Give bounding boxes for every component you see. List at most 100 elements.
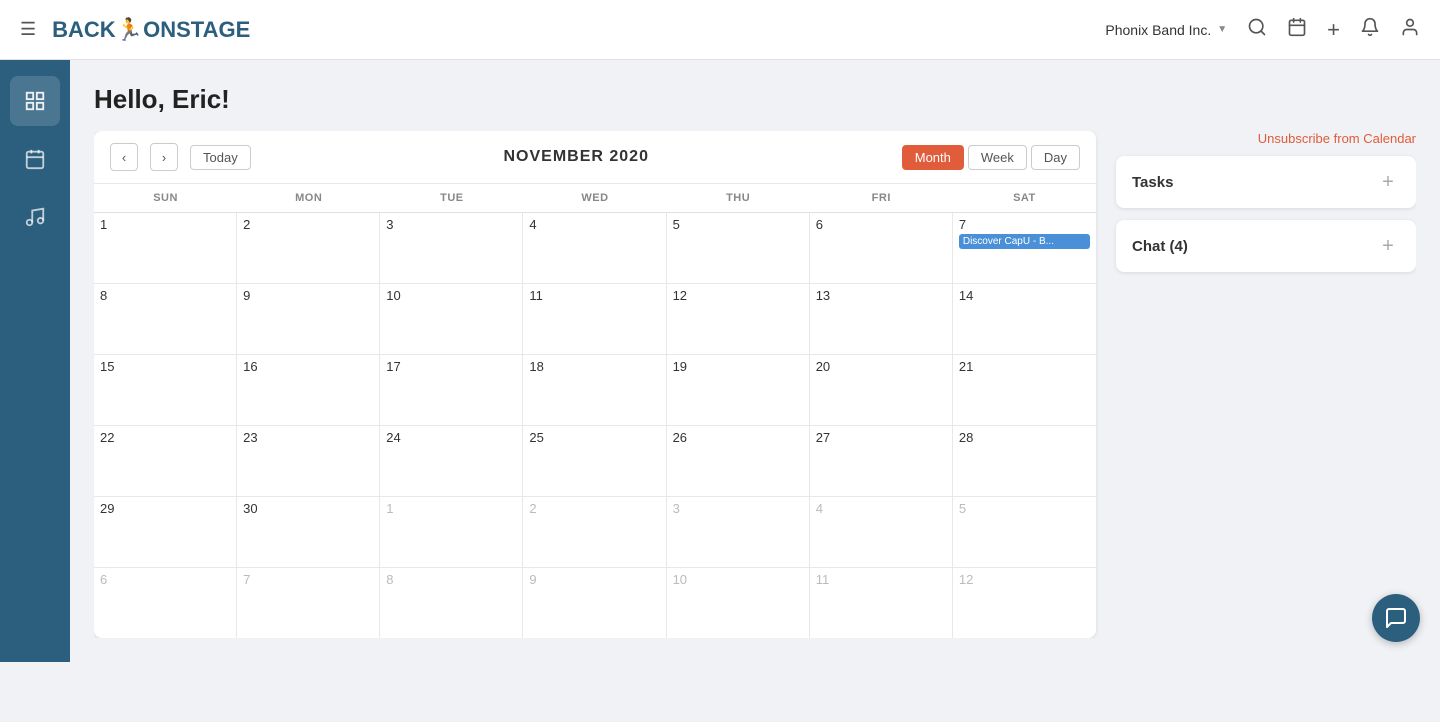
- calendar-date: 27: [816, 430, 946, 445]
- calendar-cell[interactable]: 20: [810, 355, 953, 425]
- calendar-date: 13: [816, 288, 946, 303]
- calendar-cell[interactable]: 16: [237, 355, 380, 425]
- content-row: ‹ › Today NOVEMBER 2020 Month Week Day S…: [94, 131, 1416, 638]
- calendar-date: 8: [100, 288, 230, 303]
- main-content: Hello, Eric! ‹ › Today NOVEMBER 2020 Mon…: [70, 60, 1440, 662]
- tasks-add-button[interactable]: +: [1376, 170, 1400, 194]
- calendar-cell[interactable]: 24: [380, 426, 523, 496]
- calendar-panel: ‹ › Today NOVEMBER 2020 Month Week Day S…: [94, 131, 1096, 638]
- calendar-cell[interactable]: 3: [667, 497, 810, 567]
- calendar-cell[interactable]: 9: [523, 568, 666, 638]
- top-navigation: ☰ BACK 🏃 ONSTAGE Phonix Band Inc. ▼ +: [0, 0, 1440, 60]
- calendar-cell[interactable]: 23: [237, 426, 380, 496]
- calendar-cell[interactable]: 5: [953, 497, 1096, 567]
- calendar-cell[interactable]: 4: [523, 213, 666, 283]
- calendar-date: 25: [529, 430, 659, 445]
- calendar-cell[interactable]: 12: [667, 284, 810, 354]
- add-icon[interactable]: +: [1327, 17, 1340, 43]
- calendar-date: 5: [673, 217, 803, 232]
- logo: BACK 🏃 ONSTAGE: [52, 17, 250, 43]
- calendar-grid: SUN MON TUE WED THU FRI SAT 1234567Disco…: [94, 184, 1096, 638]
- calendar-cell[interactable]: 22: [94, 426, 237, 496]
- sidebar-item-dashboard[interactable]: [10, 76, 60, 126]
- calendar-weeks: 1234567Discover CapU - B...8910111213141…: [94, 213, 1096, 638]
- next-month-button[interactable]: ›: [150, 143, 178, 171]
- calendar-cell[interactable]: 8: [94, 284, 237, 354]
- day-header-thu: THU: [667, 184, 810, 212]
- view-toggle: Month Week Day: [902, 145, 1080, 170]
- chat-section-header[interactable]: Chat (4) +: [1116, 220, 1416, 272]
- user-icon[interactable]: [1400, 17, 1420, 42]
- calendar-week-2: 89 10 1112 13 14: [94, 284, 1096, 355]
- calendar-cell[interactable]: 4: [810, 497, 953, 567]
- calendar-date: 5: [959, 501, 1090, 516]
- calendar-cell[interactable]: 2: [523, 497, 666, 567]
- calendar-cell[interactable]: 28: [953, 426, 1096, 496]
- calendar-cell[interactable]: 18: [523, 355, 666, 425]
- calendar-cell[interactable]: 13: [810, 284, 953, 354]
- calendar-cell[interactable]: 11: [523, 284, 666, 354]
- calendar-cell[interactable]: 9: [237, 284, 380, 354]
- calendar-cell[interactable]: 11: [810, 568, 953, 638]
- chat-add-button[interactable]: +: [1376, 234, 1400, 258]
- calendar-date: 28: [959, 430, 1090, 445]
- brand-caret: ▼: [1217, 24, 1227, 35]
- calendar-date: 19: [673, 359, 803, 374]
- calendar-week-1: 1234567Discover CapU - B...: [94, 213, 1096, 284]
- calendar-cell[interactable]: 6: [810, 213, 953, 283]
- calendar-cell[interactable]: 7: [237, 568, 380, 638]
- calendar-cell[interactable]: 14: [953, 284, 1096, 354]
- day-header-mon: MON: [237, 184, 380, 212]
- calendar-cell[interactable]: 15: [94, 355, 237, 425]
- chat-section: Chat (4) +: [1116, 220, 1416, 272]
- day-header-tue: TUE: [380, 184, 523, 212]
- calendar-cell[interactable]: 12: [953, 568, 1096, 638]
- calendar-cell[interactable]: 3: [380, 213, 523, 283]
- calendar-cell[interactable]: 10: [380, 284, 523, 354]
- calendar-cell[interactable]: 30: [237, 497, 380, 567]
- bell-icon[interactable]: [1360, 17, 1380, 42]
- today-button[interactable]: Today: [190, 145, 251, 170]
- brand-selector[interactable]: Phonix Band Inc. ▼: [1105, 22, 1227, 38]
- search-icon[interactable]: [1247, 17, 1267, 42]
- sidebar-item-calendar[interactable]: [10, 134, 60, 184]
- calendar-date: 10: [386, 288, 516, 303]
- right-panel: Unsubscribe from Calendar Tasks + Chat (…: [1116, 131, 1416, 638]
- hamburger-icon[interactable]: ☰: [20, 19, 36, 40]
- sidebar: [0, 60, 70, 662]
- tasks-title: Tasks: [1132, 174, 1173, 191]
- prev-month-button[interactable]: ‹: [110, 143, 138, 171]
- calendar-cell[interactable]: 17: [380, 355, 523, 425]
- calendar-date: 18: [529, 359, 659, 374]
- sidebar-item-music[interactable]: [10, 192, 60, 242]
- week-view-button[interactable]: Week: [968, 145, 1027, 170]
- chat-fab[interactable]: [1372, 594, 1420, 642]
- calendar-cell[interactable]: 25: [523, 426, 666, 496]
- calendar-cell[interactable]: 8: [380, 568, 523, 638]
- calendar-cell[interactable]: 1: [380, 497, 523, 567]
- calendar-date: 4: [816, 501, 946, 516]
- calendar-event[interactable]: Discover CapU - B...: [959, 234, 1090, 249]
- calendar-week-6: 6789101112: [94, 568, 1096, 638]
- calendar-cell[interactable]: 5: [667, 213, 810, 283]
- calendar-cell[interactable]: 29: [94, 497, 237, 567]
- day-header-wed: WED: [523, 184, 666, 212]
- calendar-cell[interactable]: 7Discover CapU - B...: [953, 213, 1096, 283]
- calendar-cell[interactable]: 1: [94, 213, 237, 283]
- calendar-cell[interactable]: 2: [237, 213, 380, 283]
- calendar-cell[interactable]: 6: [94, 568, 237, 638]
- calendar-cell[interactable]: 10: [667, 568, 810, 638]
- calendar-date: 20: [816, 359, 946, 374]
- calendar-cell[interactable]: 27: [810, 426, 953, 496]
- day-view-button[interactable]: Day: [1031, 145, 1080, 170]
- tasks-section-header[interactable]: Tasks +: [1116, 156, 1416, 208]
- calendar-date: 8: [386, 572, 516, 587]
- calendar-nav-icon[interactable]: [1287, 17, 1307, 42]
- calendar-cell[interactable]: 21: [953, 355, 1096, 425]
- calendar-cell[interactable]: 19: [667, 355, 810, 425]
- unsubscribe-link[interactable]: Unsubscribe from Calendar: [1116, 131, 1416, 146]
- tasks-section: Tasks +: [1116, 156, 1416, 208]
- month-view-button[interactable]: Month: [902, 145, 964, 170]
- calendar-title: NOVEMBER 2020: [263, 148, 890, 166]
- calendar-cell[interactable]: 26: [667, 426, 810, 496]
